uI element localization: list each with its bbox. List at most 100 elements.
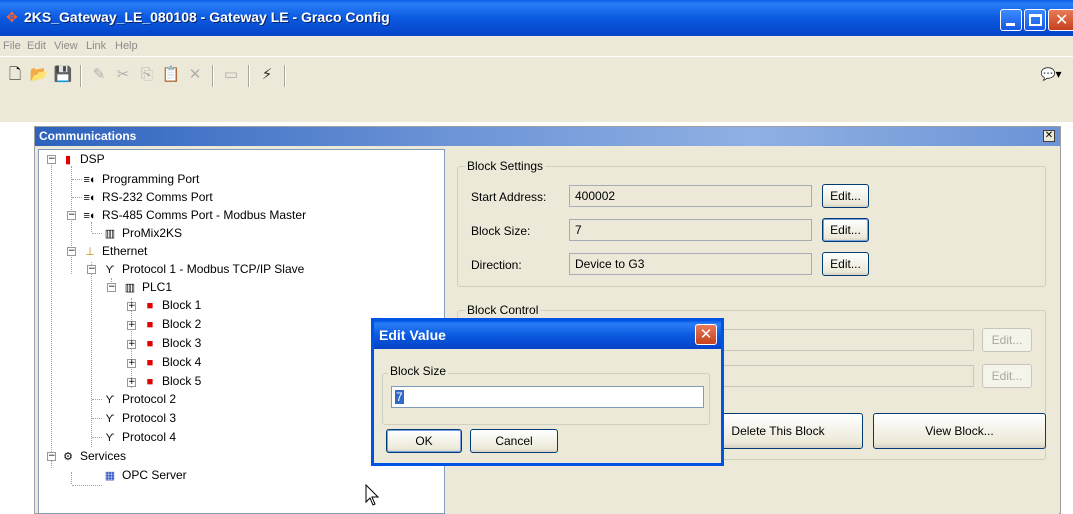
collapse-plc1[interactable]: − [107, 283, 116, 292]
cancel-button[interactable]: Cancel [470, 429, 558, 453]
start-address-field: 400002 [569, 185, 812, 207]
maximize-icon [1029, 14, 1042, 26]
tree-node-dsp[interactable]: ▮ DSP [59, 151, 105, 168]
protocol-icon: Ƴ [105, 394, 115, 406]
edit-icon[interactable]: ✎ [88, 63, 110, 85]
close-window-button[interactable]: ✕ [1048, 9, 1073, 31]
direction-field: Device to G3 [569, 253, 812, 275]
collapse-protocol-1[interactable]: − [87, 265, 96, 274]
tree-node-protocol-2[interactable]: Ƴ Protocol 2 [101, 391, 176, 408]
expand-block-2[interactable]: + [127, 321, 136, 330]
tree-node-plc1[interactable]: ▥ PLC1 [121, 279, 172, 296]
toolbar-separator [284, 65, 286, 87]
menu-edit[interactable]: Edit [27, 40, 46, 52]
block-icon: ■ [146, 357, 154, 369]
title-bar[interactable]: ✥ 2KS_Gateway_LE_080108 - Gateway LE - G… [0, 0, 1073, 36]
menu-link[interactable]: Link [86, 40, 106, 52]
expand-block-3[interactable]: + [127, 340, 136, 349]
tree-node-programming-port[interactable]: ≡◐ Programming Port [81, 171, 199, 188]
new-icon[interactable]: 🗋 [4, 63, 26, 85]
tree-node-label: RS-485 Comms Port - Modbus Master [102, 208, 307, 222]
expand-block-4[interactable]: + [127, 359, 136, 368]
block-size-input-value: 7 [395, 390, 404, 404]
tree-line [91, 262, 92, 447]
open-icon[interactable]: 📂 [28, 63, 50, 85]
edit-block-control-2-button[interactable]: Edit... [982, 364, 1032, 388]
tree-node-promix[interactable]: ▥ ProMix2KS [101, 225, 182, 242]
block-icon: ■ [146, 300, 154, 312]
minimize-icon [1006, 23, 1015, 26]
tree-node-services[interactable]: ⚙ Services [59, 448, 126, 465]
tree-node-rs485[interactable]: ≡◐ RS-485 Comms Port - Modbus Master [81, 207, 306, 224]
start-address-label: Start Address: [471, 190, 547, 204]
dialog-close-button[interactable]: ✕ [695, 324, 717, 345]
menu-file[interactable]: File [3, 40, 21, 52]
menu-help[interactable]: Help [115, 40, 138, 52]
tree-node-label: PLC1 [142, 280, 173, 294]
expand-block-5[interactable]: + [127, 378, 136, 387]
dialog-title-bar[interactable]: Edit Value ✕ [374, 321, 721, 349]
tree-node-label: Services [80, 449, 127, 463]
dsp-icon: ▮ [64, 154, 72, 166]
dialog-title: Edit Value [379, 327, 446, 343]
tree-node-block-1[interactable]: ■ Block 1 [141, 297, 202, 314]
menu-view[interactable]: View [54, 40, 78, 52]
port-icon: ≡◐ [83, 210, 97, 222]
collapse-dsp[interactable]: − [47, 155, 56, 164]
comment-icon[interactable]: 💬▾ [1040, 63, 1062, 85]
block-icon: ■ [146, 376, 154, 388]
minimize-button[interactable] [1000, 9, 1022, 31]
lightning-icon[interactable]: ⚡ [256, 63, 278, 85]
collapse-ethernet[interactable]: − [67, 247, 76, 256]
edit-block-size-button[interactable]: Edit... [822, 218, 869, 242]
block-settings-label: Block Settings [465, 159, 546, 173]
window-title: 2KS_Gateway_LE_080108 - Gateway LE - Gra… [24, 9, 390, 25]
tree-node-ethernet[interactable]: ⊥ Ethernet [81, 243, 147, 260]
toolbar-separator [212, 65, 214, 87]
tree-node-label: DSP [80, 152, 105, 166]
tree-node-rs232[interactable]: ≡◐ RS-232 Comms Port [81, 189, 212, 206]
panel-close-button[interactable]: ✕ [1043, 130, 1055, 142]
tree-node-block-4[interactable]: ■ Block 4 [141, 354, 202, 371]
tree-node-label: Programming Port [102, 172, 200, 186]
maximize-button[interactable] [1024, 9, 1046, 31]
block-size-group-label: Block Size [388, 364, 449, 378]
tree-node-protocol-4[interactable]: Ƴ Protocol 4 [101, 429, 176, 446]
tree-node-label: Block 3 [162, 336, 202, 350]
collapse-rs485[interactable]: − [67, 211, 76, 220]
tree-node-block-2[interactable]: ■ Block 2 [141, 316, 202, 333]
tree-node-opc-server[interactable]: ▦ OPC Server [101, 467, 187, 484]
save-icon[interactable]: 💾 [52, 63, 74, 85]
tree-node-label: Protocol 2 [122, 392, 177, 406]
expand-block-1[interactable]: + [127, 302, 136, 311]
edit-block-control-1-button[interactable]: Edit... [982, 328, 1032, 352]
view-block-button[interactable]: View Block... [873, 413, 1046, 449]
tree-node-block-3[interactable]: ■ Block 3 [141, 335, 202, 352]
device-icon: ▥ [104, 228, 116, 240]
delete-icon[interactable]: ✕ [184, 63, 206, 85]
window-icon[interactable]: ▭ [220, 63, 242, 85]
tree-node-label: Block 2 [162, 317, 202, 331]
block-size-label: Block Size: [471, 224, 531, 238]
tree-node-label: Block 5 [162, 374, 202, 388]
tree-node-label: Protocol 4 [122, 430, 177, 444]
mouse-cursor-icon [365, 484, 380, 506]
copy-icon[interactable]: ⎘ [136, 63, 158, 85]
toolbar-separator [80, 65, 82, 87]
block-control-label: Block Control [465, 303, 541, 317]
block-size-input[interactable]: 7 [391, 386, 704, 408]
ok-button[interactable]: OK [386, 429, 462, 453]
collapse-services[interactable]: − [47, 452, 56, 461]
tree-node-protocol-1[interactable]: Ƴ Protocol 1 - Modbus TCP/IP Slave [101, 261, 305, 278]
tree-node-label: Ethernet [102, 244, 148, 258]
edit-start-address-button[interactable]: Edit... [822, 184, 869, 208]
cut-icon[interactable]: ✂ [112, 63, 134, 85]
edit-direction-button[interactable]: Edit... [822, 252, 869, 276]
tree-node-label: Protocol 3 [122, 411, 177, 425]
direction-label: Direction: [471, 258, 522, 272]
tree-node-block-5[interactable]: ■ Block 5 [141, 373, 202, 390]
tree-node-label: Block 4 [162, 355, 202, 369]
paste-icon[interactable]: 📋 [160, 63, 182, 85]
tree-node-label: ProMix2KS [122, 226, 183, 240]
tree-node-protocol-3[interactable]: Ƴ Protocol 3 [101, 410, 176, 427]
